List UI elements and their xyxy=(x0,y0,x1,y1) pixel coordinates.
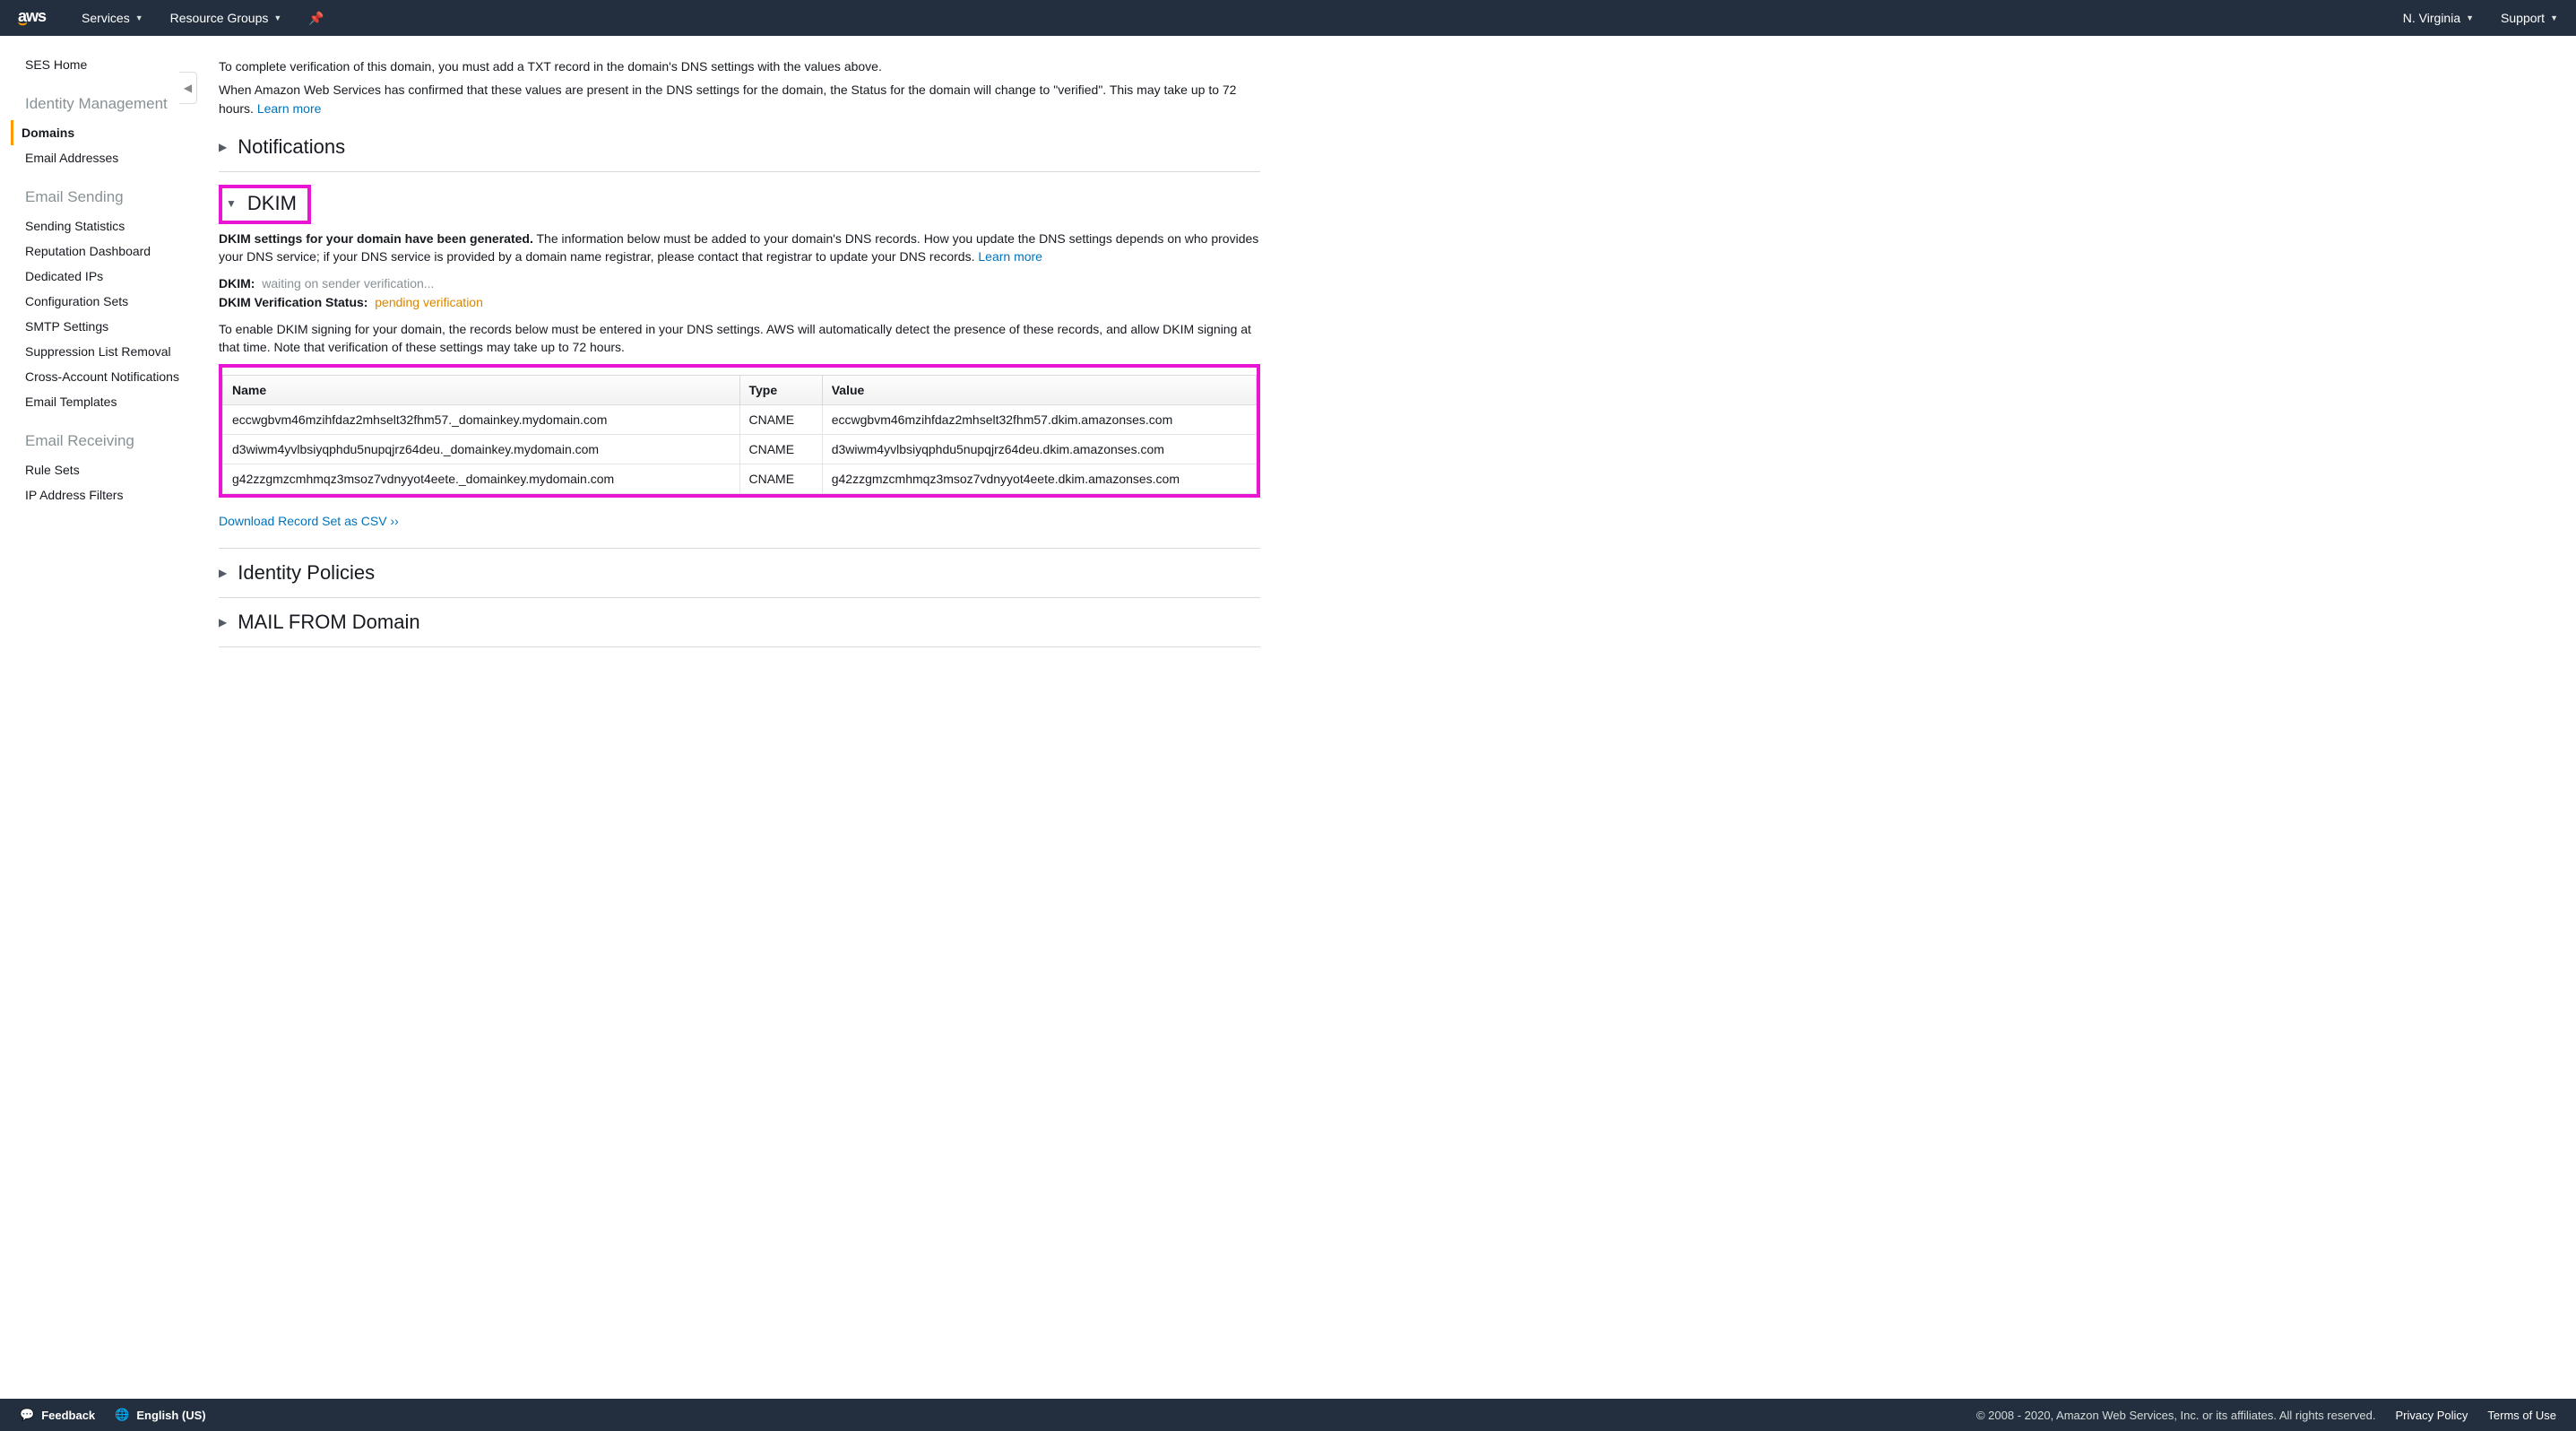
dkim-value: waiting on sender verification... xyxy=(262,276,434,291)
footer-feedback-label: Feedback xyxy=(41,1409,95,1422)
section-identity-policies-title: Identity Policies xyxy=(238,561,375,585)
footer-feedback[interactable]: 💬 Feedback xyxy=(20,1408,95,1422)
highlight-dkim-header: ▼ DKIM xyxy=(219,185,311,224)
table-row: d3wiwm4yvlbsiyqphdu5nupqjrz64deu._domain… xyxy=(223,434,1257,464)
cell-value: eccwgbvm46mzihfdaz2mhselt32fhm57.dkim.am… xyxy=(822,404,1256,434)
intro-text-2-body: When Amazon Web Services has confirmed t… xyxy=(219,82,1236,115)
footer-privacy-link[interactable]: Privacy Policy xyxy=(2396,1409,2468,1422)
section-notifications-title: Notifications xyxy=(238,135,345,159)
globe-icon: 🌐 xyxy=(115,1408,129,1422)
sidebar-suppression-list[interactable]: Suppression List Removal xyxy=(22,339,188,364)
nav-resource-groups[interactable]: Resource Groups ▼ xyxy=(170,11,282,25)
dkim-verification-label: DKIM Verification Status: xyxy=(219,295,367,309)
section-identity-policies[interactable]: ▶ Identity Policies xyxy=(219,549,1260,598)
section-dkim-toggle[interactable]: ▼ DKIM xyxy=(226,192,297,215)
sidebar-ip-filters[interactable]: IP Address Filters xyxy=(22,482,188,507)
pin-icon[interactable]: 📌 xyxy=(308,11,324,26)
triangle-right-icon: ▶ xyxy=(219,616,227,629)
cell-type: CNAME xyxy=(739,434,822,464)
section-mail-from-title: MAIL FROM Domain xyxy=(238,611,419,634)
chevron-down-icon: ▼ xyxy=(2466,13,2474,22)
nav-support[interactable]: Support ▼ xyxy=(2501,11,2558,25)
download-csv-link[interactable]: Download Record Set as CSV ›› xyxy=(219,514,399,528)
sidebar-rule-sets[interactable]: Rule Sets xyxy=(22,457,188,482)
footer-copyright: © 2008 - 2020, Amazon Web Services, Inc.… xyxy=(1976,1409,2376,1422)
triangle-right-icon: ▶ xyxy=(219,567,227,579)
section-notifications[interactable]: ▶ Notifications xyxy=(219,123,1260,172)
th-value: Value xyxy=(822,375,1256,404)
nav-region[interactable]: N. Virginia ▼ xyxy=(2403,11,2474,25)
footer-terms-link[interactable]: Terms of Use xyxy=(2487,1409,2556,1422)
nav-support-label: Support xyxy=(2501,11,2545,25)
table-row: eccwgbvm46mzihfdaz2mhselt32fhm57._domain… xyxy=(223,404,1257,434)
sidebar-domains[interactable]: Domains xyxy=(11,120,188,145)
sidebar-cat-sending: Email Sending xyxy=(22,183,188,212)
section-mail-from[interactable]: ▶ MAIL FROM Domain xyxy=(219,598,1260,647)
dkim-verification-value: pending verification xyxy=(375,295,483,309)
cell-value: d3wiwm4yvlbsiyqphdu5nupqjrz64deu.dkim.am… xyxy=(822,434,1256,464)
sidebar: ◀ SES Home Identity Management Domains E… xyxy=(0,36,188,1399)
dkim-enable-text: To enable DKIM signing for your domain, … xyxy=(219,320,1260,357)
section-dkim: ▼ DKIM DKIM settings for your domain hav… xyxy=(219,172,1260,549)
nav-region-label: N. Virginia xyxy=(2403,11,2460,25)
footer-language[interactable]: 🌐 English (US) xyxy=(115,1408,205,1422)
footer-language-label: English (US) xyxy=(136,1409,205,1422)
dkim-records-table: Name Type Value eccwgbvm46mzihfdaz2mhsel… xyxy=(222,375,1257,494)
dkim-learn-more-link[interactable]: Learn more xyxy=(978,249,1042,264)
global-nav: aws⌣ Services ▼ Resource Groups ▼ 📌 N. V… xyxy=(0,0,2576,36)
th-name: Name xyxy=(223,375,740,404)
cell-name: eccwgbvm46mzihfdaz2mhselt32fhm57._domain… xyxy=(223,404,740,434)
section-dkim-title: DKIM xyxy=(247,192,297,215)
highlight-dkim-table: Name Type Value eccwgbvm46mzihfdaz2mhsel… xyxy=(219,364,1260,498)
sidebar-cat-identity: Identity Management xyxy=(22,90,188,118)
sidebar-sending-statistics[interactable]: Sending Statistics xyxy=(22,213,188,238)
sidebar-reputation-dashboard[interactable]: Reputation Dashboard xyxy=(22,238,188,264)
table-row: g42zzgmzcmhmqz3msoz7vdnyyot4eete._domain… xyxy=(223,464,1257,493)
cell-type: CNAME xyxy=(739,404,822,434)
aws-logo[interactable]: aws⌣ xyxy=(18,10,46,25)
footer-bar: 💬 Feedback 🌐 English (US) © 2008 - 2020,… xyxy=(0,1399,2576,1431)
sidebar-email-addresses[interactable]: Email Addresses xyxy=(22,145,188,170)
intro-text-2: When Amazon Web Services has confirmed t… xyxy=(219,81,1260,117)
speech-bubble-icon: 💬 xyxy=(20,1408,34,1422)
sidebar-dedicated-ips[interactable]: Dedicated IPs xyxy=(22,264,188,289)
triangle-down-icon: ▼ xyxy=(226,197,237,210)
intro-learn-more-link[interactable]: Learn more xyxy=(257,101,322,116)
cell-name: d3wiwm4yvlbsiyqphdu5nupqjrz64deu._domain… xyxy=(223,434,740,464)
th-type: Type xyxy=(739,375,822,404)
table-header-row: Name Type Value xyxy=(223,375,1257,404)
nav-services[interactable]: Services ▼ xyxy=(82,11,143,25)
cell-value: g42zzgmzcmhmqz3msoz7vdnyyot4eete.dkim.am… xyxy=(822,464,1256,493)
dkim-generated-bold: DKIM settings for your domain have been … xyxy=(219,231,533,246)
dkim-status-row: DKIM: waiting on sender verification... … xyxy=(219,274,1260,311)
sidebar-cross-account[interactable]: Cross-Account Notifications xyxy=(22,364,188,389)
chevron-down-icon: ▼ xyxy=(2550,13,2558,22)
dkim-generated-text: DKIM settings for your domain have been … xyxy=(219,230,1260,266)
triangle-right-icon: ▶ xyxy=(219,141,227,153)
nav-resource-groups-label: Resource Groups xyxy=(170,11,269,25)
sidebar-collapse-toggle[interactable]: ◀ xyxy=(179,72,197,104)
intro-text-1: To complete verification of this domain,… xyxy=(219,57,1260,75)
sidebar-cat-receiving: Email Receiving xyxy=(22,427,188,455)
sidebar-smtp-settings[interactable]: SMTP Settings xyxy=(22,314,188,339)
cell-name: g42zzgmzcmhmqz3msoz7vdnyyot4eete._domain… xyxy=(223,464,740,493)
main-content: To complete verification of this domain,… xyxy=(188,36,1291,1399)
cell-type: CNAME xyxy=(739,464,822,493)
nav-services-label: Services xyxy=(82,11,130,25)
sidebar-ses-home[interactable]: SES Home xyxy=(22,52,188,77)
chevron-down-icon: ▼ xyxy=(135,13,143,22)
dkim-label: DKIM: xyxy=(219,276,255,291)
chevron-down-icon: ▼ xyxy=(273,13,281,22)
sidebar-configuration-sets[interactable]: Configuration Sets xyxy=(22,289,188,314)
sidebar-email-templates[interactable]: Email Templates xyxy=(22,389,188,414)
